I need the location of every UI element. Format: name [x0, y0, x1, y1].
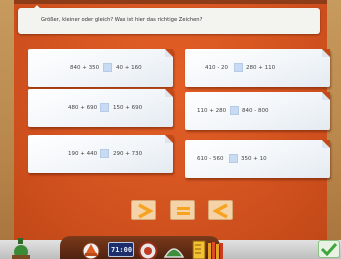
task-left-expression: 110 + 280 — [197, 108, 227, 114]
bottle-icon[interactable] — [10, 238, 32, 259]
task-right-expression: 290 + 730 — [113, 151, 143, 157]
answer-slot[interactable] — [100, 149, 109, 158]
task-card-6: 610 - 560 350 + 10 — [185, 140, 330, 178]
clock-time: 71:00 — [111, 246, 133, 254]
task-card-3: 480 + 690 150 + 690 — [28, 89, 173, 127]
task-left-expression: 480 + 690 — [68, 105, 98, 111]
instruction-banner: Größer, kleiner oder gleich? Was ist hie… — [18, 5, 320, 34]
answer-slot[interactable] — [103, 63, 112, 72]
sailboat-icon[interactable] — [80, 241, 102, 259]
clock-display[interactable]: 71:00 — [108, 242, 134, 257]
answer-slot[interactable] — [230, 106, 239, 115]
check-button[interactable] — [318, 240, 340, 258]
board-top-edge — [14, 0, 327, 4]
game-screen: Größer, kleiner oder gleich? Was ist hie… — [0, 0, 341, 259]
answer-slot[interactable] — [234, 63, 243, 72]
checkmark-icon — [320, 242, 338, 257]
equals-icon — [177, 207, 190, 215]
answer-slot[interactable] — [100, 103, 109, 112]
task-right-expression: 280 + 110 — [246, 65, 276, 71]
gauge-icon[interactable] — [137, 240, 159, 259]
less-than-icon — [212, 203, 228, 219]
task-right-expression: 150 + 690 — [113, 105, 143, 111]
task-left-expression: 190 + 440 — [68, 151, 98, 157]
equals-tile[interactable] — [170, 200, 195, 220]
pencils-icon[interactable] — [206, 240, 224, 259]
task-left-expression: 840 + 350 — [70, 65, 100, 71]
greater-than-icon — [138, 203, 154, 219]
task-card-5: 190 + 440 290 + 730 — [28, 135, 173, 173]
task-left-expression: 410 - 20 — [205, 65, 228, 71]
green-dome-icon[interactable] — [163, 241, 185, 259]
left-border — [0, 0, 14, 259]
task-right-expression: 40 + 160 — [116, 65, 142, 71]
instruction-text: Größer, kleiner oder gleich? Was ist hie… — [41, 17, 203, 23]
greater-than-tile[interactable] — [131, 200, 156, 220]
task-card-4: 110 + 280 840 - 800 — [185, 92, 330, 130]
task-left-expression: 610 - 560 — [197, 156, 224, 162]
less-than-tile[interactable] — [208, 200, 233, 220]
task-right-expression: 840 - 800 — [242, 108, 269, 114]
task-card-2: 410 - 20 280 + 110 — [185, 49, 330, 87]
task-right-expression: 350 + 10 — [241, 156, 267, 162]
answer-slot[interactable] — [229, 154, 238, 163]
task-card-1: 840 + 350 40 + 160 — [28, 49, 173, 87]
